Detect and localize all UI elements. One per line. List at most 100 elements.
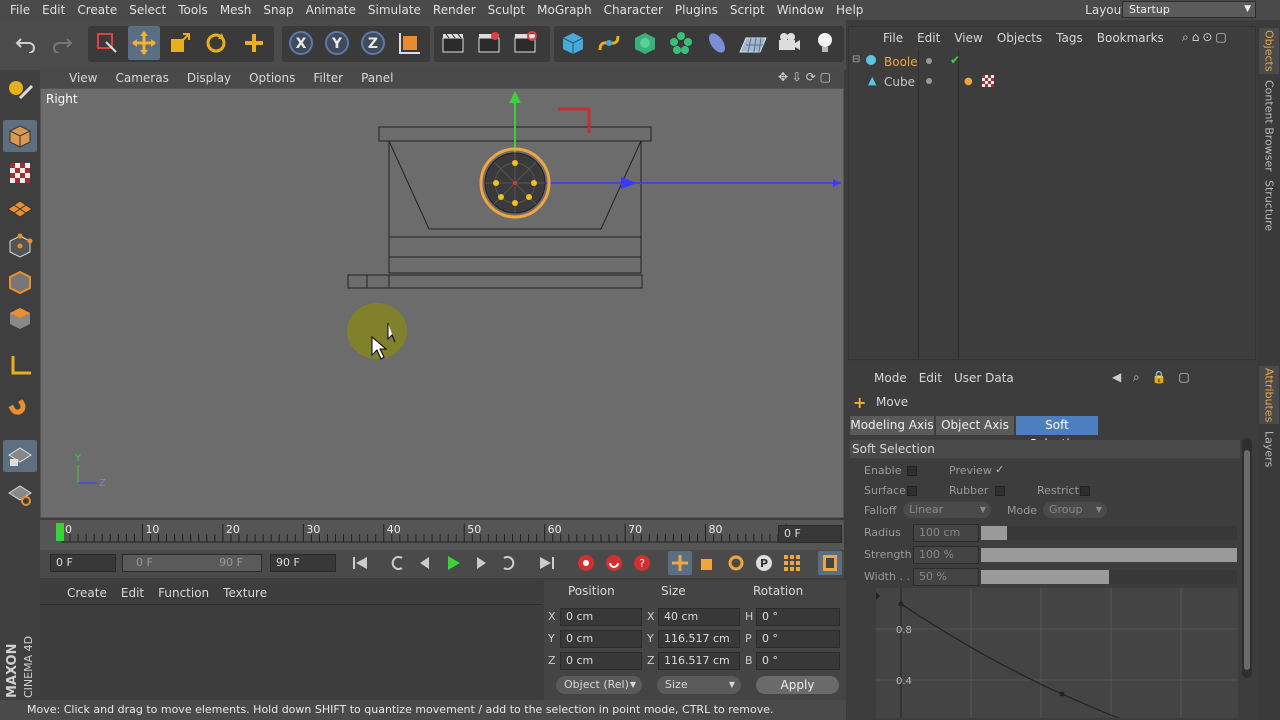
render-view-icon[interactable] xyxy=(437,26,469,60)
y-axis-icon[interactable]: Y xyxy=(321,26,353,60)
play-icon[interactable] xyxy=(441,551,465,575)
expand-icon[interactable]: ⊟ xyxy=(852,54,860,65)
rotate-icon[interactable] xyxy=(200,26,232,60)
viewport-menu-panel[interactable]: Panel xyxy=(352,71,402,85)
lock-workplane-icon[interactable] xyxy=(3,440,37,472)
material-menu-texture[interactable]: Texture xyxy=(216,586,274,600)
workplane-mode-icon[interactable] xyxy=(3,193,37,225)
rotation-p-field[interactable]: 0 ° xyxy=(756,630,840,648)
next-key-icon[interactable] xyxy=(497,551,521,575)
planar-workplane-icon[interactable] xyxy=(3,478,37,510)
render-picture-viewer-icon[interactable] xyxy=(473,26,505,60)
material-menu-function[interactable]: Function xyxy=(151,586,216,600)
nurbs-icon[interactable] xyxy=(629,26,661,60)
current-frame-field[interactable]: 0 F xyxy=(778,525,842,543)
size-z-field[interactable]: 116.517 cm xyxy=(658,652,740,670)
undo-icon[interactable] xyxy=(10,26,42,60)
restrict-checkbox[interactable] xyxy=(1080,486,1090,496)
render-settings-icon[interactable] xyxy=(509,26,541,60)
size-mode-dropdown[interactable]: Size ▼ xyxy=(657,676,741,694)
tab-structure[interactable]: Structure xyxy=(1259,178,1279,234)
timeline-ruler[interactable]: 0102030405060708090 xyxy=(40,520,844,550)
visibility-dot-icon[interactable] xyxy=(926,78,932,84)
floor-icon[interactable] xyxy=(737,26,769,60)
tab-object-axis[interactable]: Object Axis xyxy=(936,416,1014,435)
cube-icon[interactable] xyxy=(557,26,589,60)
make-editable-icon[interactable] xyxy=(3,74,37,106)
x-axis-icon[interactable]: X xyxy=(285,26,317,60)
viewport-menu-view[interactable]: View xyxy=(60,71,106,85)
coordinate-mode-dropdown[interactable]: Object (Rel) ▼ xyxy=(556,676,642,694)
menu-help[interactable]: Help xyxy=(830,0,869,20)
z-axis-icon[interactable]: Z xyxy=(357,26,389,60)
material-menu-create[interactable]: Create xyxy=(60,586,114,600)
viewport[interactable]: Y Z xyxy=(40,88,844,518)
attribute-menu-edit[interactable]: Edit xyxy=(913,371,948,385)
next-frame-icon[interactable] xyxy=(469,551,493,575)
material-menu-edit[interactable]: Edit xyxy=(114,586,151,600)
viewport-menu-options[interactable]: Options xyxy=(240,71,304,85)
add-object-icon[interactable] xyxy=(238,26,270,60)
timeline-window-icon[interactable] xyxy=(818,551,842,575)
radius-slider[interactable] xyxy=(981,526,1237,540)
boole-object[interactable] xyxy=(479,147,551,219)
radius-field[interactable]: 100 cm xyxy=(913,524,979,542)
axis-mode-icon[interactable] xyxy=(3,350,37,382)
position-z-field[interactable]: 0 cm xyxy=(560,652,642,670)
falloff-graph[interactable]: 0.8 0.4 xyxy=(876,588,1238,718)
attribute-menu-mode[interactable]: Mode xyxy=(868,371,913,385)
preview-check-icon[interactable]: ✓ xyxy=(995,463,1004,476)
mograph-cloner-icon[interactable] xyxy=(665,26,697,60)
object-menu-tags[interactable]: Tags xyxy=(1049,31,1090,45)
polygons-mode-icon[interactable] xyxy=(3,302,37,334)
attribute-nav-icons[interactable]: ◀ ⌕ 🔒 ▢ xyxy=(1112,370,1194,385)
viewport-menu-cameras[interactable]: Cameras xyxy=(106,71,177,85)
rubber-checkbox[interactable] xyxy=(995,486,1005,496)
menu-select[interactable]: Select xyxy=(123,0,172,20)
menu-file[interactable]: File xyxy=(4,0,36,20)
spline-icon[interactable] xyxy=(593,26,625,60)
rotation-handle[interactable] xyxy=(558,107,591,133)
menu-render[interactable]: Render xyxy=(427,0,482,20)
rotation-b-field[interactable]: 0 ° xyxy=(756,652,840,670)
y-axis-arrow-icon[interactable] xyxy=(509,91,521,103)
key-point-level-icon[interactable] xyxy=(780,551,804,575)
apply-button[interactable]: Apply xyxy=(756,676,839,694)
object-menu-bookmarks[interactable]: Bookmarks xyxy=(1090,31,1171,45)
playhead[interactable] xyxy=(56,523,64,541)
menu-mograph[interactable]: MoGraph xyxy=(531,0,598,20)
surface-checkbox[interactable] xyxy=(907,486,917,496)
object-menu-edit[interactable]: Edit xyxy=(910,31,947,45)
viewport-menu-display[interactable]: Display xyxy=(178,71,240,85)
frame-range-slider[interactable]: 0 F 90 F xyxy=(122,554,262,572)
end-frame-field[interactable]: 90 F xyxy=(270,554,336,572)
menu-window[interactable]: Window xyxy=(771,0,830,20)
object-row-cube[interactable]: ▲ Cube ● xyxy=(850,74,1256,91)
strength-field[interactable]: 100 % xyxy=(913,546,979,564)
live-selection-icon[interactable] xyxy=(91,26,123,60)
object-menu-view[interactable]: View xyxy=(947,31,989,45)
go-to-end-icon[interactable] xyxy=(535,551,559,575)
material-tag-icon[interactable] xyxy=(982,75,994,87)
keyframe-selection-icon[interactable]: ? xyxy=(630,551,654,575)
tab-attributes[interactable]: Attributes xyxy=(1259,366,1279,424)
falloff-dropdown[interactable]: Linear ▼ xyxy=(903,502,991,518)
tab-layers[interactable]: Layers xyxy=(1259,428,1279,470)
points-mode-icon[interactable] xyxy=(3,230,37,262)
tab-objects[interactable]: Objects xyxy=(1259,28,1279,74)
go-to-start-icon[interactable] xyxy=(348,551,372,575)
width-field[interactable]: 50 % xyxy=(913,568,979,586)
size-y-field[interactable]: 116.517 cm xyxy=(658,630,740,648)
z-axis-arrow-icon[interactable] xyxy=(621,177,637,189)
menu-simulate[interactable]: Simulate xyxy=(362,0,427,20)
enabled-check-icon[interactable]: ✔ xyxy=(950,53,960,67)
object-menu-file[interactable]: File xyxy=(876,31,910,45)
key-parameter-icon[interactable]: P xyxy=(752,551,776,575)
menu-create[interactable]: Create xyxy=(71,0,123,20)
menu-snap[interactable]: Snap xyxy=(257,0,299,20)
strength-slider[interactable] xyxy=(981,548,1237,562)
tab-content-browser[interactable]: Content Browser xyxy=(1259,78,1279,174)
rotation-h-field[interactable]: 0 ° xyxy=(756,608,840,626)
attribute-menu-user-data[interactable]: User Data xyxy=(948,371,1020,385)
snap-magnet-icon[interactable] xyxy=(3,395,37,427)
